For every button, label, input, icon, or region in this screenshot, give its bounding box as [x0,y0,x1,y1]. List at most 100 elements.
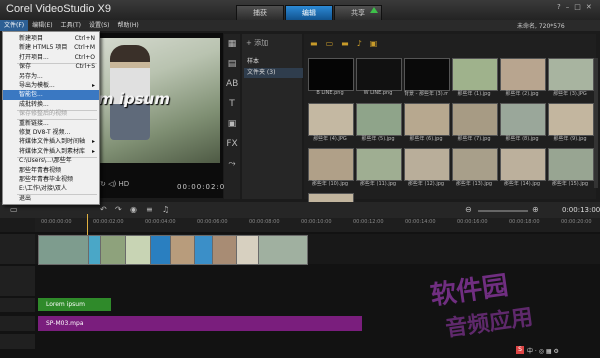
thumbnail-image [356,148,402,181]
overlay-track-header[interactable] [0,266,35,296]
hd-label[interactable]: HD [118,180,129,188]
mixer-icon[interactable]: ≡ [146,205,153,214]
library-thumbnail[interactable]: W LINE.png [356,58,402,98]
menu-edit[interactable]: 编辑(E) [28,20,56,31]
thumbnail-image [452,148,498,181]
library-thumbnail[interactable]: 那些年 (4).JPG [308,103,354,143]
import-icon[interactable]: ▣ [370,39,378,48]
window-controls: ? – □ ✕ [557,3,592,11]
video-clip[interactable] [38,235,90,265]
zoom-slider[interactable] [478,210,528,212]
thumbnail-label: 那些年 (12).jpg [407,181,445,187]
library-thumbnail[interactable]: 那些年 (3).JPG [548,58,594,98]
video-clip[interactable] [125,235,152,265]
library-thumbnail[interactable]: 那些年 (11).jpg [356,148,402,188]
video-clip[interactable] [236,235,260,265]
file-menu-item-label: 退出 [19,194,32,202]
library-thumbnail[interactable]: 那些年 (6).jpg [404,103,450,143]
ime-icon[interactable]: S [516,346,524,354]
thumbnail-image [308,58,354,91]
instant-project-icon[interactable]: ▤ [226,58,238,70]
thumbnail-label: 那些年 (11).jpg [359,181,397,187]
library-thumbnail[interactable]: 那些年 (12).jpg [404,148,450,188]
audio-filter-icon[interactable]: ♪ [357,39,362,48]
thumbnail-image [404,148,450,181]
timeline-timecode[interactable]: 0:00:13:00 [562,206,600,214]
menu-help[interactable]: 帮助(H) [113,20,142,31]
video-clip[interactable] [194,235,214,265]
redo-icon[interactable]: ↷ [115,205,122,214]
folder-icon[interactable]: ▬ [310,39,318,48]
repeat-icon[interactable]: ↻ [100,180,106,188]
app-logo: Corel VideoStudio X9 [6,3,111,15]
ruler-tick-label: 00:00:20:00 [561,219,592,225]
zoom-in-icon[interactable]: ⊕ [532,205,539,214]
ruler-tick-label: 00:00:18:00 [509,219,540,225]
graphic-icon[interactable]: ▣ [226,118,238,130]
close-button[interactable]: ✕ [586,3,592,11]
photo-filter-icon[interactable]: ▬ [341,39,349,48]
thumbnail-label: 那些年 (8).jpg [505,136,539,142]
project-status: 未命名, 720*576 [517,23,565,30]
zoom-out-icon[interactable]: ⊖ [465,205,472,214]
tab-capture[interactable]: 捕获 [236,5,284,21]
folder-item-folder[interactable]: 文件夹 (3) [244,68,303,78]
video-clip[interactable] [150,235,172,265]
help-button[interactable]: ? [557,3,561,11]
library-thumbnail[interactable]: 那些年 (5).jpg [356,103,402,143]
transition-icon[interactable]: AB [226,78,238,90]
thumbnail-label: 那些年 (4).JPG [313,136,347,142]
menu-file[interactable]: 文件(F) [0,20,29,31]
library-scrollbar[interactable] [594,58,598,188]
storyboard-view-icon[interactable]: ▭ [10,205,18,214]
title-icon[interactable]: T [226,98,238,110]
library-thumbnail[interactable]: 背景 - 那些年 (3).mp3 [404,58,450,98]
library-thumbnail[interactable]: 那些年 (7).jpg [452,103,498,143]
filter-icon[interactable]: FX [226,138,238,150]
library-thumbnail[interactable]: 那些年 (2).jpg [500,58,546,98]
audio-clip[interactable]: SP-M03.mpa [38,316,362,331]
timeline-ruler[interactable]: 00:00:00:00 00:00:02:00 00:00:04:00 00:00:0… [35,218,600,233]
undo-icon[interactable]: ↶ [100,205,107,214]
library-thumbnail[interactable]: 那些年 (14).jpg [500,148,546,188]
video-clip[interactable] [100,235,127,265]
library-thumbnail[interactable]: 那些年 (8).jpg [500,103,546,143]
auto-music-icon[interactable]: ♫ [162,205,169,214]
thumbnail-image [548,58,594,91]
menu-tools[interactable]: 工具(T) [57,20,85,31]
file-menu-item[interactable]: 退出 [3,194,99,204]
video-track-header[interactable] [0,234,35,264]
title-track-header[interactable] [0,298,35,312]
library-thumbnail[interactable]: B LINE.png [308,58,354,98]
video-clip[interactable] [212,235,238,265]
ruler-tick-label: 00:00:08:00 [249,219,280,225]
preview-timecode[interactable]: 00:00:02:00 [177,183,231,191]
thumbnail-image [404,58,450,91]
library-thumbnail[interactable]: 那些年 (15).jpg [548,148,594,188]
folder-item-samples[interactable]: 样本 [244,57,303,67]
title-clip[interactable]: Lorem ipsum [38,298,111,311]
library-thumbnail[interactable]: 那些年 (13).jpg [452,148,498,188]
record-icon[interactable]: ◉ [130,205,137,214]
minimize-button[interactable]: – [566,3,570,11]
video-clip[interactable] [170,235,196,265]
menu-settings[interactable]: 设置(S) [85,20,114,31]
upgrade-arrow-icon[interactable] [370,7,378,13]
library-thumbnail[interactable]: 那些年 (9).jpg [548,103,594,143]
ruler-tick-label: 00:00:04:00 [145,219,176,225]
music-track-header[interactable] [0,334,35,349]
media-icon[interactable]: ▦ [226,38,238,50]
maximize-button[interactable]: □ [574,3,581,11]
library-thumbnail[interactable]: 那些年 (10).jpg [308,148,354,188]
add-folder-button[interactable]: + 添加 [246,38,268,48]
volume-icon[interactable]: ◁) [108,180,116,188]
video-clip[interactable] [258,235,308,265]
tray-icons[interactable]: 中 · ◎ ▦ ⚙ [527,346,559,355]
ruler-tick-label: 00:00:12:00 [353,219,384,225]
video-filter-icon[interactable]: ▭ [326,39,334,48]
ruler-tick-label: 00:00:10:00 [301,219,332,225]
path-icon[interactable]: ⤳ [226,158,238,170]
voice-track-header[interactable] [0,316,35,331]
library-thumbnail[interactable]: 那些年 (1).jpg [452,58,498,98]
tab-edit[interactable]: 编辑 [285,5,333,21]
